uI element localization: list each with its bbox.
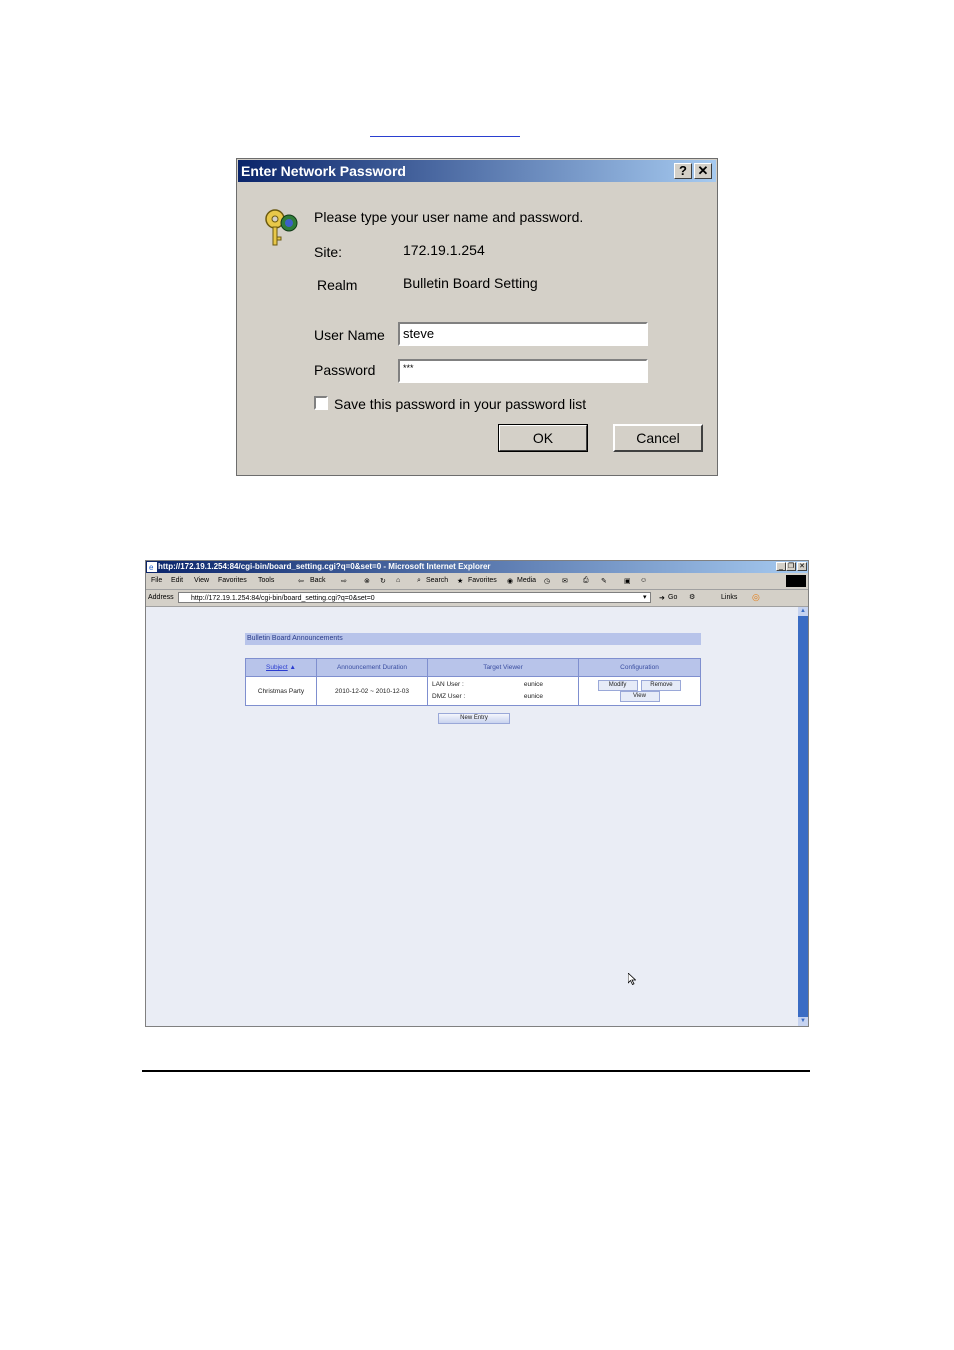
subject-sort-link[interactable]: Subject	[266, 664, 288, 671]
new-entry-button[interactable]: New Entry	[438, 713, 510, 724]
mail-icon[interactable]: ✉	[562, 577, 568, 585]
address-dropdown-icon[interactable]: ▾	[643, 593, 647, 601]
username-label: User Name	[314, 327, 385, 343]
vertical-scrollbar[interactable]: ▲ ▼	[798, 607, 808, 1026]
menu-view[interactable]: View	[194, 577, 209, 584]
back-arrow-icon[interactable]: ⇦	[298, 577, 304, 585]
dialog-title-bar: Enter Network Password ? ✕	[238, 160, 716, 182]
restore-button[interactable]: ❐	[786, 562, 796, 571]
menu-tools[interactable]: Tools	[258, 577, 274, 584]
print-icon[interactable]: ⎙	[583, 577, 589, 585]
save-password-checkbox[interactable]	[314, 396, 328, 410]
table-row: Christmas Party 2010-12-02 ~ 2010-12-03 …	[245, 676, 701, 706]
menu-file[interactable]: File	[151, 577, 162, 584]
address-input[interactable]: http://172.19.1.254:84/cgi-bin/board_set…	[178, 592, 651, 603]
history-icon[interactable]: ◷	[544, 577, 550, 585]
media-icon: ◉	[507, 578, 514, 585]
row-subject: Christmas Party	[245, 676, 317, 706]
help-button[interactable]: ?	[674, 163, 692, 179]
discuss-icon[interactable]: ▣	[624, 577, 631, 585]
page-content: Bulletin Board Announcements Subject ▲ A…	[146, 607, 798, 1026]
column-subject[interactable]: Subject ▲	[245, 658, 317, 677]
column-duration: Announcement Duration	[316, 658, 428, 677]
dmz-user-label: DMZ User :	[432, 693, 466, 700]
back-button[interactable]: Back	[310, 577, 326, 584]
browser-title: http://172.19.1.254:84/cgi-bin/board_set…	[158, 562, 491, 571]
row-configuration: Modify Remove View	[578, 676, 701, 706]
ok-button[interactable]: OK	[498, 424, 588, 452]
favorites-button[interactable]: Favorites	[468, 577, 497, 584]
password-input[interactable]: ***	[398, 359, 648, 383]
realm-label: Realm	[317, 277, 358, 293]
site-label: Site:	[314, 244, 343, 260]
save-password-label: Save this password in your password list	[334, 396, 587, 412]
bulletin-board-header: Bulletin Board Announcements	[245, 633, 701, 645]
view-button[interactable]: View	[619, 691, 660, 702]
password-label: Password	[314, 362, 376, 378]
menu-favorites[interactable]: Favorites	[218, 577, 247, 584]
column-target-viewer: Target Viewer	[427, 658, 579, 677]
row-target-viewer: LAN User : eunice DMZ User : eunice	[427, 676, 579, 706]
cancel-button[interactable]: Cancel	[613, 424, 703, 452]
messenger-icon[interactable]: ☺	[640, 577, 647, 584]
announcements-table: Subject ▲ Announcement Duration Target V…	[245, 658, 701, 706]
prompt-text: Please type your user name and password.	[314, 209, 584, 225]
media-button[interactable]: Media	[517, 577, 536, 584]
realm-value: Bulletin Board Setting	[403, 275, 538, 291]
modify-button[interactable]: Modify	[597, 680, 638, 691]
windows-logo-icon	[786, 575, 806, 587]
forward-arrow-icon[interactable]: ⇨	[341, 577, 347, 585]
lan-user-value: eunice	[523, 681, 543, 688]
toolbar-extension-icon[interactable]: ⚙	[689, 593, 695, 601]
top-link-underline[interactable]	[370, 136, 520, 137]
menu-toolbar: File Edit View Favorites Tools ⇦ Back ⇨ …	[146, 574, 808, 590]
browser-title-bar: e http://172.19.1.254:84/cgi-bin/board_s…	[146, 561, 808, 573]
minimize-button[interactable]: _	[776, 562, 786, 571]
row-duration: 2010-12-02 ~ 2010-12-03	[316, 676, 428, 706]
address-label: Address	[148, 594, 174, 601]
column-configuration: Configuration	[578, 658, 701, 677]
browser-window: e http://172.19.1.254:84/cgi-bin/board_s…	[145, 560, 809, 1027]
dialog-title: Enter Network Password	[241, 163, 406, 179]
favorites-icon: ★	[457, 578, 464, 585]
scroll-down-icon[interactable]: ▼	[798, 1017, 808, 1026]
keys-icon	[265, 209, 298, 246]
remove-button[interactable]: Remove	[641, 680, 682, 691]
scroll-up-icon[interactable]: ▲	[798, 607, 808, 616]
lan-user-label: LAN User :	[432, 681, 464, 688]
go-button[interactable]: Go	[668, 594, 677, 601]
links-button[interactable]: Links	[721, 594, 737, 601]
svg-text:e: e	[149, 563, 154, 572]
search-button[interactable]: Search	[426, 577, 448, 584]
snail-icon[interactable]: ◎	[752, 592, 760, 603]
search-icon: ⌕	[417, 577, 421, 584]
go-arrow-icon: ➜	[659, 595, 665, 602]
horizontal-rule	[142, 1070, 810, 1072]
site-value: 172.19.1.254	[403, 242, 485, 258]
username-input[interactable]: steve	[398, 322, 648, 346]
network-password-dialog: Enter Network Password ? ✕ Please type y…	[236, 158, 718, 476]
sort-asc-icon: ▲	[289, 664, 296, 671]
close-window-button[interactable]: ✕	[797, 562, 807, 571]
dmz-user-value: eunice	[523, 693, 543, 700]
stop-icon[interactable]: ⊗	[364, 577, 370, 585]
ie-icon: e	[147, 562, 157, 572]
close-button[interactable]: ✕	[694, 163, 712, 179]
mouse-cursor-icon	[628, 973, 636, 985]
address-bar: Address http://172.19.1.254:84/cgi-bin/b…	[146, 590, 808, 607]
menu-edit[interactable]: Edit	[171, 577, 183, 584]
home-icon[interactable]: ⌂	[396, 577, 400, 584]
refresh-icon[interactable]: ↻	[380, 577, 386, 585]
edit-icon[interactable]: ✎	[601, 577, 607, 585]
